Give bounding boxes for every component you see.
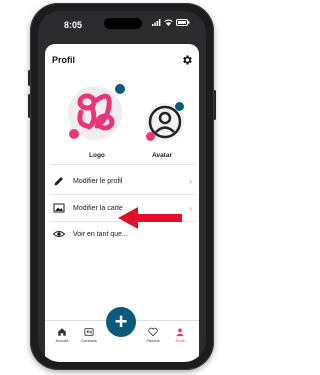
tab-profile[interactable]: Profil [165,327,195,343]
tab-label: Contacts [81,338,97,343]
page-title: Profil [52,55,76,65]
logo-label: Logo [89,152,105,159]
status-bar: 8:05 [38,11,206,37]
avatar-image[interactable] [145,102,185,142]
gear-icon[interactable] [181,54,193,66]
chevron-right-icon: › [189,176,192,186]
dynamic-island [104,18,142,29]
red-arrow-annotation [118,207,182,229]
chevron-right-icon: › [189,203,192,213]
signal-icon [152,19,161,26]
wifi-icon [164,19,173,26]
logo-delete-icon[interactable] [69,129,79,139]
menu-item-edit-profile[interactable]: Modifier le profil › [50,170,194,192]
battery-icon [176,19,190,26]
avatar-edit-icon[interactable] [175,102,184,111]
profile-card: Profil Logo Avatar Modifier le profil › … [45,44,199,320]
card-image-icon [53,203,65,213]
status-icons [152,19,190,26]
divider [50,194,194,195]
bottom-tab-bar: Accueil Contacts + Favoris Profil [45,307,199,362]
tab-label: Favoris [146,338,160,343]
profile-icon [176,328,184,337]
tab-contacts[interactable]: Contacts [74,327,104,343]
logo-image[interactable] [67,82,127,142]
divider [50,164,194,165]
tab-label: Accueil [55,338,69,343]
menu-item-label: Modifier le profil [73,177,123,185]
tab-home[interactable]: Accueil [47,327,77,343]
tab-label: Profil [175,338,185,343]
heart-icon [148,327,158,337]
menu-item-label: Voir en tant que... [73,230,128,238]
logo-edit-icon[interactable] [115,84,125,94]
avatar-delete-icon[interactable] [146,132,155,141]
contact-card-icon [84,328,94,336]
home-icon [58,328,66,336]
eye-icon [53,231,65,237]
add-button[interactable]: + [106,307,136,337]
pencil-icon [54,177,63,186]
status-time: 8:05 [64,20,83,30]
avatar-label: Avatar [152,152,172,159]
tab-favorites[interactable]: Favoris [138,327,168,343]
phone-screen: 8:05 Profil Logo Avatar Modifier le prof… [38,11,206,362]
